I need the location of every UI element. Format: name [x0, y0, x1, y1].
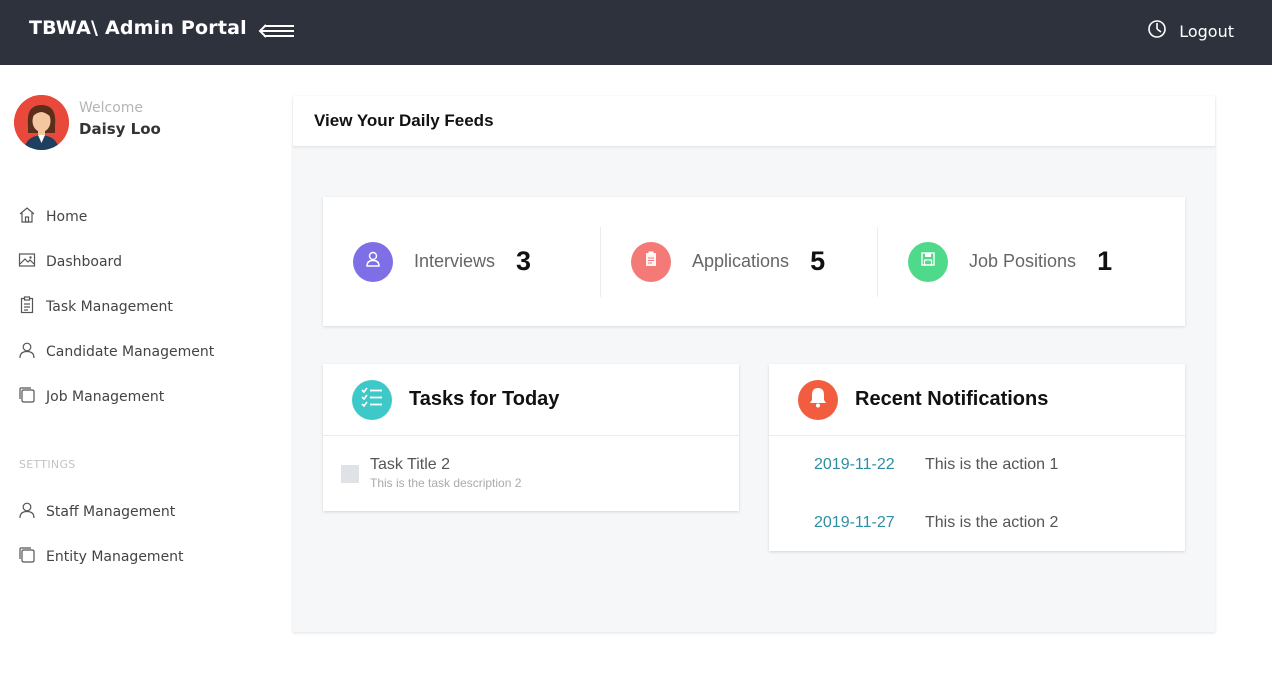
stats-card: Interviews 3 Applications 5 Job Position…: [323, 197, 1185, 326]
main-header: View Your Daily Feeds: [293, 96, 1215, 147]
sidebar-item-label: Job Management: [46, 389, 165, 405]
stat-label: Interviews: [414, 251, 496, 271]
sidebar-item-candidate-management[interactable]: Candidate Management: [18, 340, 214, 364]
notifications-card-header: Recent Notifications: [769, 364, 1185, 436]
notification-date[interactable]: 2019-11-27: [814, 514, 925, 532]
sidebar-item-entity-management[interactable]: Entity Management: [18, 545, 184, 569]
avatar[interactable]: [14, 95, 69, 150]
sidebar-item-label: Home: [46, 209, 88, 225]
stat-label: Job Positions: [969, 251, 1077, 271]
user-icon: [18, 341, 36, 364]
top-bar: TBWA\ Admin Portal Logout: [0, 0, 1272, 65]
clipboard-icon: [18, 295, 36, 319]
sidebar-item-label: Staff Management: [46, 504, 176, 520]
main-panel: View Your Daily Feeds Interviews 3 Appli…: [293, 96, 1215, 632]
notification-text: This is the action 1: [925, 456, 1059, 473]
logout-label: Logout: [1179, 22, 1234, 41]
power-icon: [1147, 19, 1167, 44]
sidebar-item-dashboard[interactable]: Dashboard: [18, 250, 122, 274]
stat-circle: [908, 241, 948, 282]
stat-value: 3: [516, 246, 532, 276]
user-icon: [364, 250, 382, 273]
task-description: This is the task description 2: [370, 476, 522, 490]
tasks-card-title: Tasks for Today: [409, 388, 560, 410]
notification-item: 2019-11-27 This is the action 2: [814, 514, 1058, 532]
user-icon: [18, 501, 36, 524]
floppy-icon: [920, 251, 936, 272]
sidebar-item-staff-management[interactable]: Staff Management: [18, 500, 175, 524]
sidebar-item-home[interactable]: Home: [18, 205, 87, 229]
menu-toggle-icon[interactable]: [258, 20, 296, 42]
stat-interviews[interactable]: Interviews 3: [353, 197, 531, 326]
notifications-card-title: Recent Notifications: [855, 388, 1049, 410]
notification-item: 2019-11-22 This is the action 1: [814, 456, 1058, 474]
tasks-card-header: Tasks for Today: [323, 364, 739, 436]
stat-applications[interactable]: Applications 5: [631, 197, 825, 326]
sidebar-item-task-management[interactable]: Task Management: [18, 295, 173, 319]
stat-divider: [877, 227, 878, 297]
notifications-card: Recent Notifications 2019-11-22 This is …: [769, 364, 1185, 551]
stat-value: 1: [1097, 246, 1113, 276]
brand-title[interactable]: TBWA\ Admin Portal: [29, 17, 247, 39]
notification-date[interactable]: 2019-11-22: [814, 456, 925, 474]
stack-icon: [18, 546, 36, 569]
document-icon: [643, 250, 659, 273]
task-title: Task Title 2: [370, 456, 451, 473]
user-name: Daisy Loo: [79, 120, 161, 138]
task-item: Task Title 2 This is the task descriptio…: [341, 456, 521, 490]
stat-circle: [631, 241, 671, 282]
sidebar-item-label: Entity Management: [46, 549, 184, 565]
sidebar-item-label: Task Management: [46, 299, 173, 315]
image-icon: [18, 251, 36, 274]
settings-section-label: SETTINGS: [19, 458, 76, 471]
checklist-icon: [361, 387, 383, 412]
sidebar-item-label: Candidate Management: [46, 344, 215, 360]
sidebar: Welcome Daisy Loo Home Dashboard Task Ma…: [0, 65, 270, 673]
tasks-card: Tasks for Today Task Title 2 This is the…: [323, 364, 739, 511]
page-title: View Your Daily Feeds: [314, 111, 494, 130]
stack-icon: [18, 386, 36, 409]
stat-divider: [600, 227, 601, 297]
card-icon: [352, 379, 392, 420]
stat-circle: [353, 241, 393, 282]
task-text: Task Title 2 This is the task descriptio…: [370, 456, 521, 490]
stat-job-positions[interactable]: Job Positions 1: [908, 197, 1112, 326]
stat-value: 5: [810, 246, 826, 276]
card-icon: [798, 379, 838, 420]
stat-label: Applications: [692, 251, 790, 271]
logout-button[interactable]: Logout: [1147, 19, 1234, 44]
sidebar-item-job-management[interactable]: Job Management: [18, 385, 164, 409]
welcome-text: Welcome: [79, 100, 144, 116]
sidebar-item-label: Dashboard: [46, 254, 122, 270]
home-icon: [18, 206, 36, 229]
bell-icon: [808, 386, 828, 413]
notification-text: This is the action 2: [925, 514, 1059, 531]
task-checkbox[interactable]: [341, 465, 359, 483]
